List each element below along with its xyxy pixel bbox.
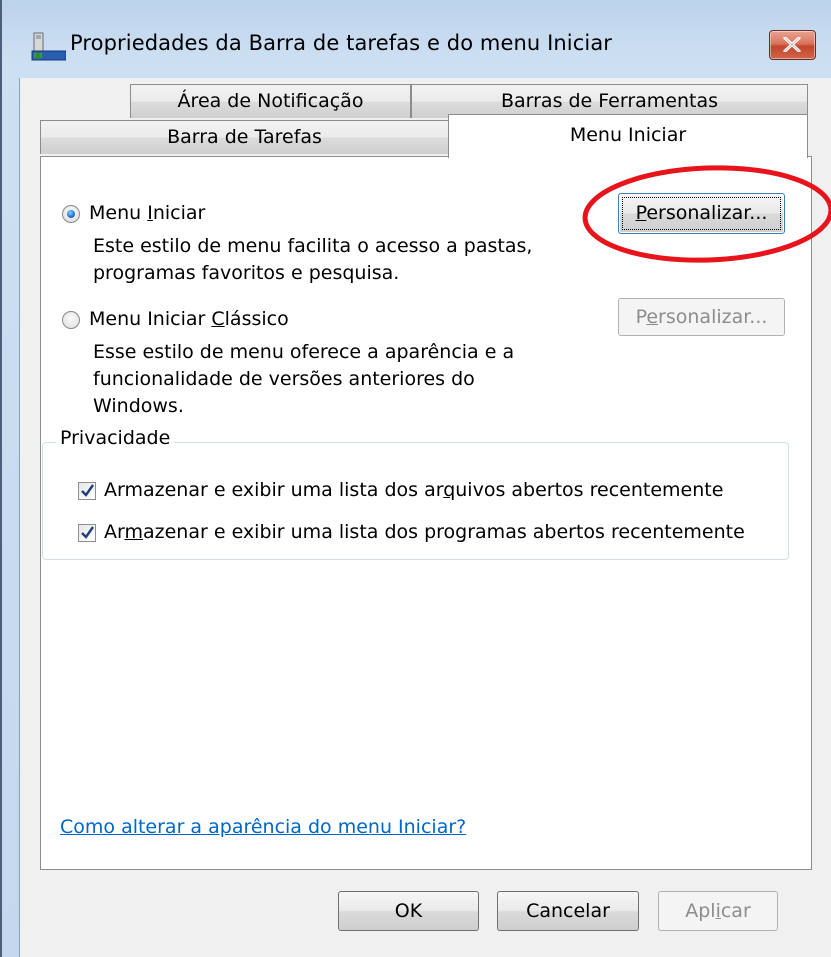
recent-programs-checkbox-label[interactable]: Armazenar e exibir uma lista dos program… bbox=[104, 521, 745, 543]
classic-start-menu-description: Esse estilo de menu oferece a aparência … bbox=[93, 339, 514, 420]
panel-content: Menu Iniciar Este estilo de menu facilit… bbox=[0, 0, 831, 957]
start-menu-radio-label[interactable]: Menu Iniciar bbox=[89, 202, 205, 224]
radio-selected-dot bbox=[67, 210, 75, 218]
start-menu-radio[interactable] bbox=[62, 205, 80, 223]
cancel-button[interactable]: Cancelar bbox=[497, 891, 639, 931]
customize-start-menu-button[interactable]: Personalizar... bbox=[618, 193, 785, 234]
recent-programs-checkbox[interactable] bbox=[78, 524, 96, 542]
classic-start-menu-radio[interactable] bbox=[62, 311, 80, 329]
description-line: Windows. bbox=[93, 395, 184, 417]
description-line: Este estilo de menu facilita o acesso a … bbox=[93, 235, 533, 257]
dialog-window: Propriedades da Barra de tarefas e do me… bbox=[0, 0, 831, 957]
start-menu-description: Este estilo de menu facilita o acesso a … bbox=[93, 233, 532, 287]
privacy-group-label: Privacidade bbox=[56, 427, 175, 449]
recent-files-checkbox-label[interactable]: Armazenar e exibir uma lista dos arquivo… bbox=[104, 479, 723, 501]
description-line: funcionalidade de versões anteriores do bbox=[93, 368, 475, 390]
help-link[interactable]: Como alterar a aparência do menu Iniciar… bbox=[60, 816, 466, 838]
checkmark-icon bbox=[81, 484, 94, 497]
recent-files-checkbox[interactable] bbox=[78, 482, 96, 500]
customize-classic-menu-button[interactable]: Personalizar... bbox=[618, 298, 785, 336]
description-line: Esse estilo de menu oferece a aparência … bbox=[93, 341, 515, 363]
checkmark-icon bbox=[81, 526, 94, 539]
description-line: programas favoritos e pesquisa. bbox=[93, 262, 400, 284]
classic-start-menu-radio-label[interactable]: Menu Iniciar Clássico bbox=[89, 308, 289, 330]
apply-button[interactable]: Aplicar bbox=[658, 891, 778, 931]
ok-button[interactable]: OK bbox=[338, 891, 479, 931]
